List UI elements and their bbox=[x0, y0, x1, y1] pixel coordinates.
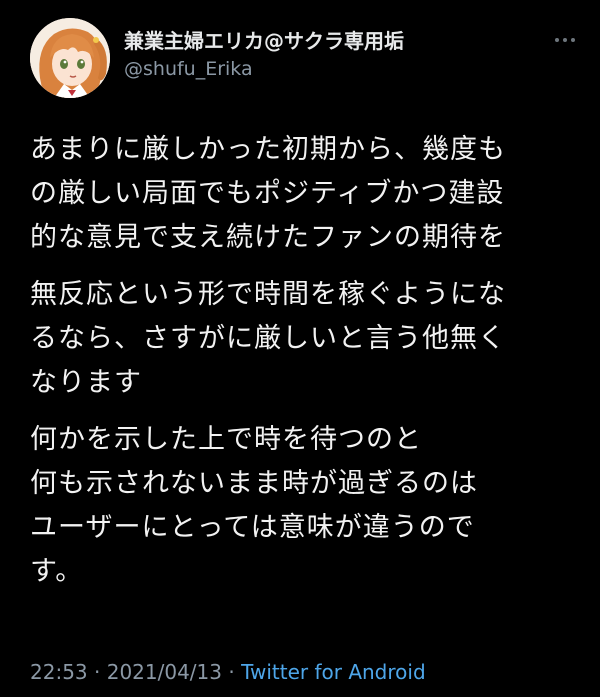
meta-separator: · bbox=[87, 660, 107, 684]
display-name[interactable]: 兼業主婦エリカ@サクラ専用垢 bbox=[124, 28, 404, 54]
meta-separator: · bbox=[222, 660, 242, 684]
tweet-line: なります bbox=[30, 367, 142, 398]
tweet-time[interactable]: 22:53 bbox=[30, 660, 88, 684]
user-names: 兼業主婦エリカ@サクラ専用垢 @shufu_Erika bbox=[124, 28, 404, 82]
tweet-source-link[interactable]: Twitter for Android bbox=[241, 660, 426, 684]
avatar[interactable] bbox=[30, 18, 110, 98]
tweet-header: 兼業主婦エリカ@サクラ専用垢 @shufu_Erika bbox=[30, 16, 580, 100]
tweet-meta: 22:53 · 2021/04/13 · Twitter for Android bbox=[30, 658, 426, 686]
tweet-paragraph: あまりに厳しかった初期から、幾度も の厳しい局面でもポジティブかつ建設 的な意見… bbox=[30, 128, 575, 260]
more-horizontal-icon[interactable] bbox=[550, 30, 580, 50]
tweet-line: 何かを示した上で時を待つのと bbox=[30, 424, 422, 455]
tweet-paragraph: 無反応という形で時間を稼ぐようにな るなら、さすがに厳しいと言う他無く なります bbox=[30, 273, 575, 405]
tweet-line: 何も示されないまま時が過ぎるのは bbox=[30, 468, 478, 499]
tweet-line: あまりに厳しかった初期から、幾度も bbox=[30, 134, 506, 165]
tweet-line: の厳しい局面でもポジティブかつ建設 bbox=[30, 178, 505, 209]
tweet-line: 的な意見で支え続けたファンの期待を bbox=[30, 222, 506, 253]
tweet-body: あまりに厳しかった初期から、幾度も の厳しい局面でもポジティブかつ建設 的な意見… bbox=[30, 128, 575, 607]
tweet-card: 兼業主婦エリカ@サクラ専用垢 @shufu_Erika あまりに厳しかった初期か… bbox=[0, 0, 600, 697]
user-handle[interactable]: @shufu_Erika bbox=[124, 56, 404, 82]
tweet-paragraph: 何かを示した上で時を待つのと 何も示されないまま時が過ぎるのは ユーザーにとって… bbox=[30, 418, 575, 594]
tweet-line: す。 bbox=[30, 556, 84, 587]
tweet-line: るなら、さすがに厳しいと言う他無く bbox=[30, 323, 506, 354]
tweet-line: 無反応という形で時間を稼ぐようにな bbox=[30, 279, 506, 310]
tweet-date[interactable]: 2021/04/13 bbox=[107, 660, 222, 684]
avatar-illustration bbox=[30, 18, 110, 98]
tweet-line: ユーザーにとっては意味が違うので bbox=[30, 512, 475, 543]
